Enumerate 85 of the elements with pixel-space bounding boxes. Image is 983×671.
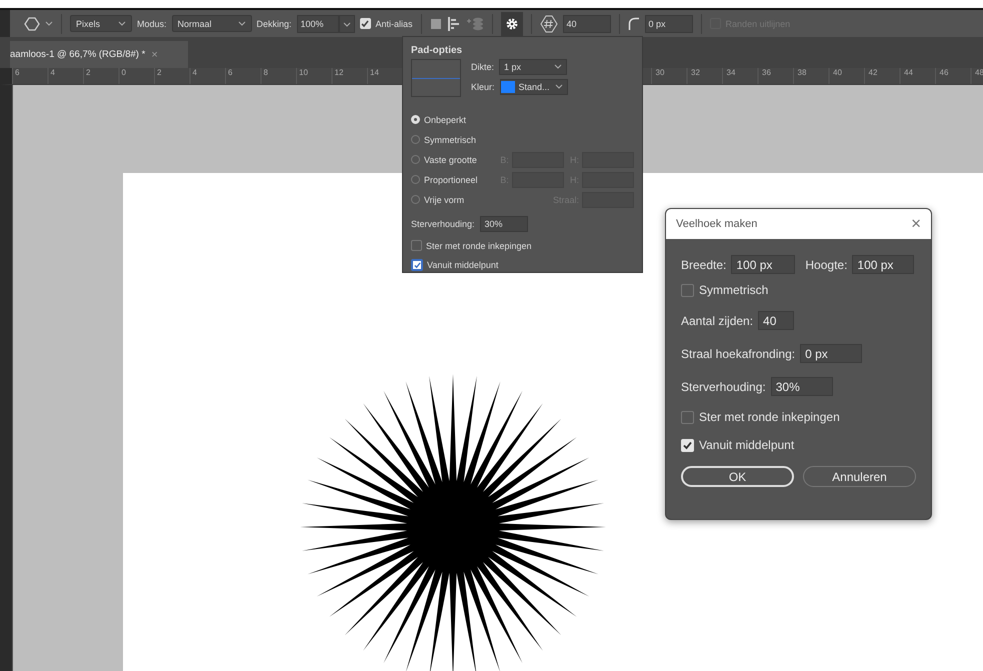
radio-button[interactable]: [411, 135, 420, 144]
checkbox-label: Symmetrisch: [699, 283, 768, 297]
mode-label: Modus:: [137, 18, 167, 28]
radio-label: Proportioneel: [424, 174, 479, 184]
width-field[interactable]: 100 px: [731, 255, 796, 274]
ruler-label: 10: [298, 68, 309, 79]
ruler-label: 30: [654, 68, 666, 79]
hexagon-icon[interactable]: [24, 16, 40, 32]
ruler-label: 40: [832, 68, 843, 79]
corner-radius-field[interactable]: 0 px: [644, 14, 693, 32]
opacity-field[interactable]: 100%: [296, 14, 339, 32]
color-dropdown[interactable]: Stand...: [500, 79, 568, 95]
settings-button[interactable]: [500, 12, 523, 36]
ruler-label: 46: [938, 68, 950, 79]
radio-button[interactable]: [411, 155, 420, 164]
radio-label: Vaste grootte: [424, 154, 478, 164]
ruler-label: 8: [262, 68, 269, 79]
sides-field[interactable]: 40: [562, 14, 611, 32]
height-label: Hoogte:: [805, 258, 848, 272]
ruler-label: 0: [120, 68, 127, 79]
settings-icon: [504, 16, 519, 30]
thickness-dropdown[interactable]: 1 px: [499, 59, 568, 75]
caret-icon: [118, 20, 126, 26]
close-icon[interactable]: ×: [911, 214, 921, 234]
radio-label: Onbeperkt: [424, 114, 468, 124]
ruler-label: 4: [192, 68, 198, 79]
pixels-dropdown[interactable]: Pixels: [70, 15, 132, 32]
radio-label: Vrije vorm: [424, 194, 466, 204]
layers-icon[interactable]: [466, 16, 484, 32]
checkbox-label: Vanuit middelpunt: [427, 260, 498, 270]
hash-icon: [540, 14, 558, 32]
cancel-button[interactable]: Annuleren: [803, 466, 916, 487]
ruler-label: 36: [761, 68, 772, 79]
radio-button[interactable]: [411, 175, 420, 184]
opacity-label: Dekking:: [256, 18, 292, 28]
ruler-label: 2: [156, 68, 162, 79]
ruler-label: 6: [227, 68, 234, 79]
radio-label: Symmetrisch: [424, 134, 478, 144]
checkmark-icon: [414, 262, 420, 268]
ruler-label: 14: [369, 68, 380, 79]
ruler-label: 42: [868, 68, 878, 79]
caret-icon[interactable]: [45, 20, 53, 26]
ruler-label: 6: [14, 68, 20, 79]
corner-radius-label: Straal hoekafronding:: [681, 346, 796, 360]
star-ratio-label: Sterverhouding:: [681, 380, 766, 394]
checkbox-label: Ster met ronde inkepingen: [426, 240, 532, 250]
color-label: Kleur:: [471, 82, 495, 92]
caret-icon: [554, 64, 562, 70]
caret-icon: [554, 84, 563, 90]
ruler-label: 38: [796, 68, 808, 79]
checkbox-label: Ster met ronde inkepingen: [699, 410, 840, 424]
height-field[interactable]: 100 px: [852, 255, 914, 274]
ruler-label: 44: [903, 68, 914, 79]
ruler-label: 4: [50, 68, 56, 79]
thickness-label: Dikte:: [471, 62, 494, 72]
checkbox[interactable]: [681, 410, 694, 424]
document-tab[interactable]: aamloos-1 @ 66,7% (RGB/8#) * ×: [10, 41, 188, 68]
square-icon[interactable]: [430, 18, 442, 30]
checkbox[interactable]: [681, 284, 694, 296]
checkbox[interactable]: [411, 240, 422, 251]
checkbox[interactable]: [411, 259, 423, 271]
ruler-label: 2: [85, 68, 92, 79]
ruler-label: 12: [334, 68, 344, 79]
caret-icon: [238, 20, 246, 26]
stroke-preview: [411, 59, 461, 97]
ruler-label: 34: [726, 68, 736, 79]
radio-button[interactable]: [411, 195, 420, 204]
ruler-label: 32: [690, 68, 701, 79]
caret-icon[interactable]: [338, 14, 355, 32]
sides-label: Aantal zijden:: [681, 314, 754, 328]
rounded-corner-icon: [628, 16, 640, 30]
ok-button[interactable]: OK: [681, 466, 794, 487]
anti-alias-checkbox[interactable]: [360, 18, 371, 29]
corner-radius-field[interactable]: 0 px: [800, 344, 862, 363]
star-ratio-field[interactable]: 30%: [480, 216, 528, 232]
align-icon[interactable]: [446, 16, 461, 32]
star-ratio-field[interactable]: 30%: [770, 377, 833, 396]
anti-alias-label: Anti-alias: [376, 18, 413, 28]
dialog-title: Veelhoek maken: [676, 218, 758, 230]
checkbox-label: Vanuit middelpunt: [699, 438, 794, 452]
sides-field[interactable]: 40: [758, 311, 794, 330]
mode-dropdown[interactable]: Normaal: [172, 15, 252, 32]
star-ratio-label: Sterverhouding:: [411, 219, 475, 229]
panel-title: Pad-opties: [411, 45, 464, 56]
width-label: Breedte:: [681, 258, 726, 272]
